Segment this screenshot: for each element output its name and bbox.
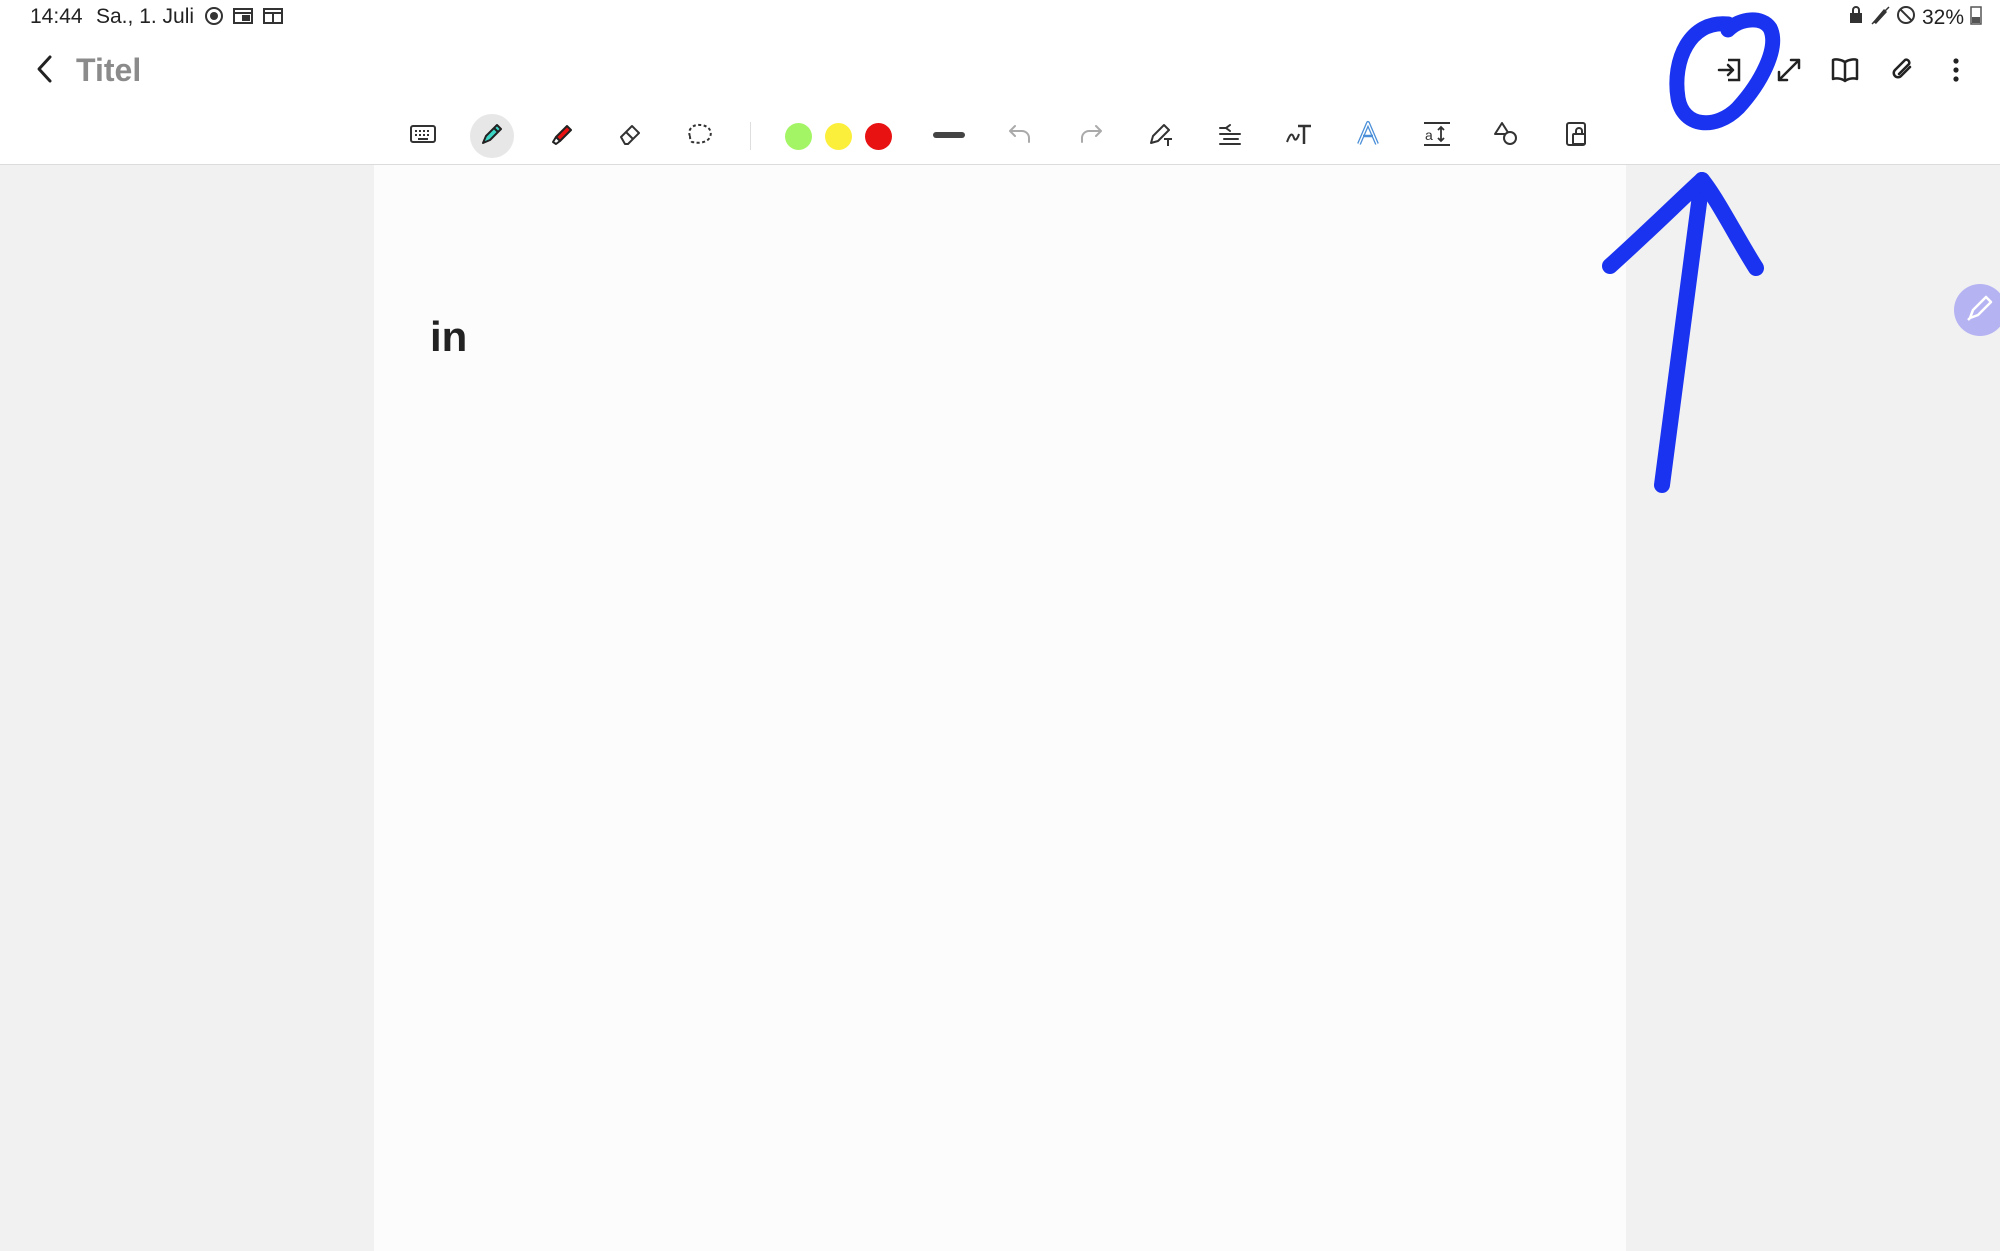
pen-icon — [1870, 5, 1890, 31]
lock-icon — [1848, 5, 1864, 31]
more-vertical-icon — [1951, 56, 1961, 89]
chevron-left-icon — [34, 54, 56, 89]
note-text: in — [430, 313, 468, 360]
redo-button[interactable] — [1069, 114, 1113, 158]
undo-icon — [1006, 122, 1034, 151]
lasso-icon — [685, 121, 715, 152]
text-style-icon — [1354, 120, 1382, 153]
status-left-icons — [204, 6, 284, 32]
status-date: Sa., 1. Juli — [96, 5, 195, 28]
app-header: Titel — [0, 34, 2000, 109]
drawing-toolbar: a — [0, 108, 2000, 165]
floating-pen-button[interactable] — [1954, 284, 2000, 336]
highlighter-icon — [547, 120, 575, 153]
pen-settings-icon — [1147, 120, 1175, 153]
status-right-icons: 32% — [1848, 5, 1982, 31]
pen-settings-button[interactable] — [1139, 114, 1183, 158]
handwriting-to-text-button[interactable] — [1277, 114, 1321, 158]
undo-button[interactable] — [998, 114, 1042, 158]
book-view-button[interactable] — [1823, 50, 1867, 94]
lock-button[interactable] — [1555, 114, 1599, 158]
shapes-button[interactable] — [1484, 114, 1528, 158]
battery-icon — [1970, 5, 1982, 31]
attachment-icon — [1890, 56, 1918, 89]
attachment-button[interactable] — [1882, 50, 1926, 94]
pen-tool[interactable] — [470, 114, 514, 158]
status-time: 14:44 — [30, 5, 83, 28]
record-icon — [204, 6, 224, 32]
import-button[interactable] — [1708, 50, 1752, 94]
mute-icon — [1896, 5, 1916, 31]
window-icon — [232, 6, 254, 32]
import-icon — [1716, 56, 1744, 89]
note-canvas[interactable]: in — [374, 165, 1626, 1251]
annotation-arrow-shaft — [1654, 172, 1710, 493]
text-size-icon: a — [1422, 120, 1452, 153]
redo-icon — [1077, 122, 1105, 151]
toolbar-divider — [750, 122, 751, 150]
svg-text:a: a — [1425, 127, 1433, 143]
expand-icon — [1775, 56, 1803, 89]
keyboard-icon — [409, 123, 437, 150]
note-title[interactable]: Titel — [76, 52, 141, 89]
more-options-button[interactable] — [1934, 50, 1978, 94]
text-style-button[interactable] — [1346, 114, 1390, 158]
highlighter-tool[interactable] — [539, 114, 583, 158]
shapes-icon — [1492, 120, 1520, 153]
calendar-icon — [262, 6, 284, 32]
lasso-tool[interactable] — [678, 114, 722, 158]
pen-icon — [1964, 292, 1996, 329]
text-align-button[interactable] — [1208, 114, 1252, 158]
lock-icon — [1563, 120, 1591, 153]
stroke-size-button[interactable] — [927, 114, 971, 158]
color-swatch-red[interactable] — [865, 123, 892, 150]
annotation-arrow-head — [1602, 172, 1764, 276]
handwriting-to-text-icon — [1284, 120, 1314, 153]
keyboard-button[interactable] — [401, 114, 445, 158]
text-align-icon — [1216, 120, 1244, 153]
status-bar: 14:44 Sa., 1. Juli 32% — [0, 0, 2000, 34]
color-swatch-green[interactable] — [785, 123, 812, 150]
eraser-tool[interactable] — [608, 114, 652, 158]
expand-button[interactable] — [1767, 50, 1811, 94]
color-swatch-yellow[interactable] — [825, 123, 852, 150]
text-size-button[interactable]: a — [1415, 114, 1459, 158]
eraser-icon — [616, 120, 644, 153]
battery-label: 32% — [1921, 6, 1964, 29]
pen-icon — [478, 120, 506, 153]
book-icon — [1830, 56, 1860, 89]
back-button[interactable] — [26, 52, 64, 90]
line-thickness-icon — [932, 127, 966, 145]
